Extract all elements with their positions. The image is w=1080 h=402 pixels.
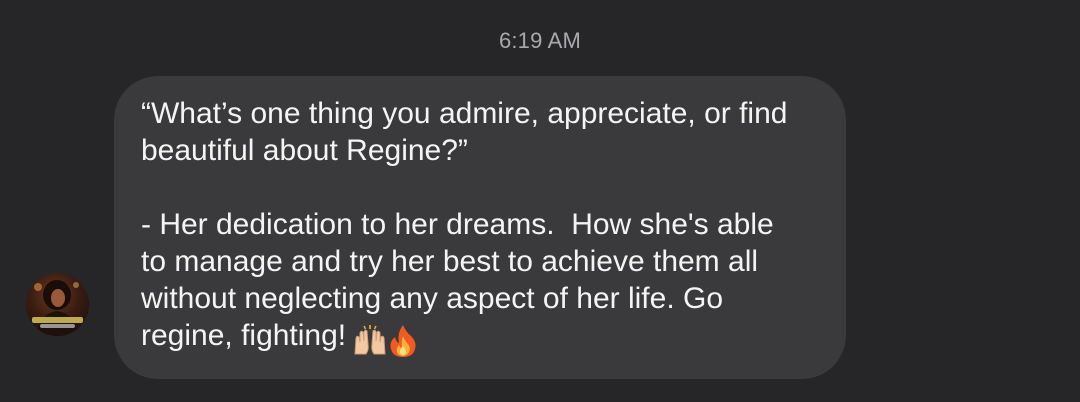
sender-avatar[interactable]: [26, 273, 89, 336]
message-timestamp: 6:19 AM: [498, 28, 582, 53]
raising-hands-emoji-icon: [354, 325, 386, 355]
message-bubble[interactable]: “What’s one thing you admire, appreciate…: [114, 76, 846, 379]
fire-emoji-icon: [390, 325, 416, 358]
profile-avatar-icon: [32, 280, 83, 336]
chat-thread: 6:19 AM “What’s one thing you admire, ap…: [0, 0, 1080, 402]
message-emojis: [352, 321, 418, 358]
message-text: “What’s one thing you admire, appreciate…: [141, 97, 788, 352]
